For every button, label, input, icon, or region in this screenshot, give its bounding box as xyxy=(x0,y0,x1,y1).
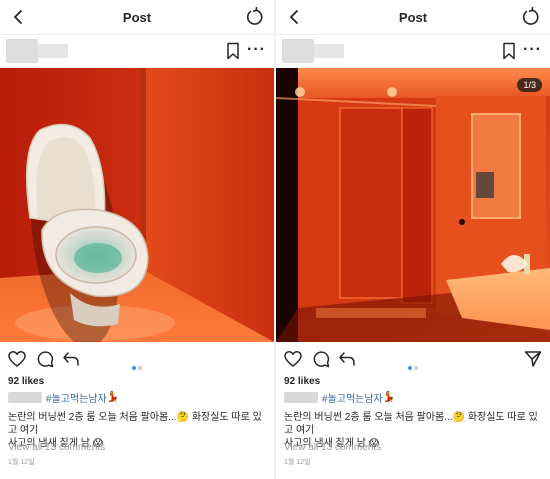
username-blurred[interactable] xyxy=(314,44,344,58)
avatar[interactable] xyxy=(6,39,38,63)
carousel-dot-active xyxy=(408,366,412,370)
caption-header: #놀고먹는남자💃 xyxy=(8,390,120,405)
top-bar: Post xyxy=(276,0,550,34)
avatar[interactable] xyxy=(282,39,314,63)
username-blurred[interactable] xyxy=(8,392,42,403)
send-icon[interactable] xyxy=(524,350,542,368)
like-count[interactable]: 92 likes xyxy=(8,376,44,387)
dancer-emoji: 💃 xyxy=(382,392,396,403)
thinking-emoji: 🤔 xyxy=(176,412,190,423)
username-blurred[interactable] xyxy=(284,392,318,403)
hashtag-link[interactable]: #놀고먹는남자 xyxy=(322,390,383,405)
carousel-dot xyxy=(138,366,142,370)
carousel-dot xyxy=(414,366,418,370)
restroom-photo xyxy=(276,68,550,342)
page-title: Post xyxy=(122,10,152,25)
view-comments-link[interactable]: View all 13 comments xyxy=(284,442,381,453)
dancer-emoji: 💃 xyxy=(106,392,120,403)
like-count[interactable]: 92 likes xyxy=(284,376,320,387)
image-counter: 1/3 xyxy=(517,78,542,92)
hashtag-link[interactable]: #놀고먹는남자 xyxy=(46,390,107,405)
post-actions xyxy=(0,348,274,370)
post-author-bar: ··· xyxy=(276,34,550,67)
top-bar: Post xyxy=(0,0,274,34)
more-icon[interactable]: ··· xyxy=(523,41,542,59)
carousel-indicator xyxy=(276,357,550,375)
post-panel-right: Post ··· 1/3 92 likes #놀고먹는남자💃 논란의 버닝썬 2… xyxy=(276,0,550,479)
view-comments-link[interactable]: View all 13 comments xyxy=(8,442,105,453)
refresh-icon[interactable] xyxy=(520,7,540,27)
page-title: Post xyxy=(398,10,428,25)
post-photo-toilet[interactable] xyxy=(0,68,274,342)
post-author-bar: ··· xyxy=(0,34,274,67)
thinking-emoji: 🤔 xyxy=(452,412,466,423)
username-blurred[interactable] xyxy=(38,44,68,58)
toilet-photo xyxy=(0,68,274,342)
carousel-dot-active xyxy=(132,366,136,370)
post-actions xyxy=(276,348,550,370)
bookmark-icon[interactable] xyxy=(502,42,516,60)
bookmark-icon[interactable] xyxy=(226,42,240,60)
post-date: 1월 12일 xyxy=(284,459,311,466)
carousel-indicator xyxy=(0,357,274,375)
post-photo-restroom[interactable]: 1/3 xyxy=(276,68,550,342)
refresh-icon[interactable] xyxy=(244,7,264,27)
post-panel-left: Post ··· 92 likes #놀고먹는남자💃 논란의 버닝썬 2층 룸 … xyxy=(0,0,274,479)
more-icon[interactable]: ··· xyxy=(247,41,266,59)
post-date: 1월 12일 xyxy=(8,459,35,466)
caption-header: #놀고먹는남자💃 xyxy=(284,390,396,405)
